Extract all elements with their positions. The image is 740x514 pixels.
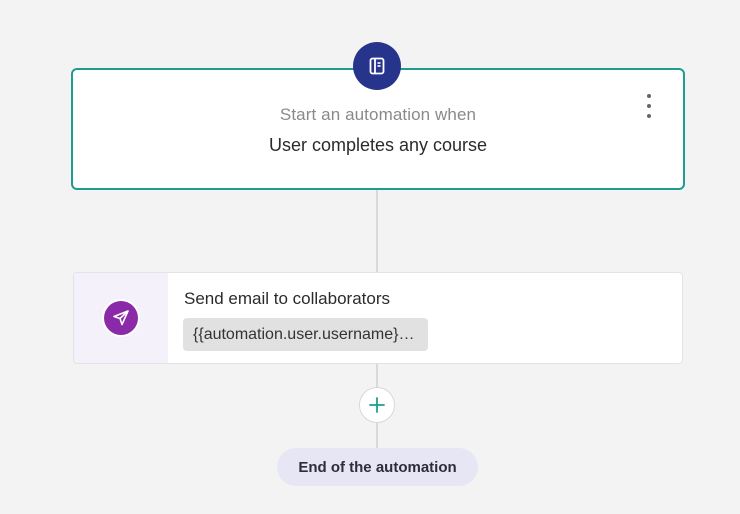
add-step-button[interactable]	[359, 387, 395, 423]
more-options-icon[interactable]	[641, 92, 657, 120]
kebab-dot	[647, 114, 651, 118]
connector-action-to-add	[376, 363, 378, 387]
trigger-icon-badge	[353, 42, 401, 90]
notebook-icon	[369, 57, 385, 75]
action-icon-panel	[74, 273, 168, 363]
kebab-dot	[647, 94, 651, 98]
kebab-dot	[647, 104, 651, 108]
send-icon	[113, 310, 129, 326]
connector-trigger-to-action	[376, 188, 378, 272]
action-title: Send email to collaborators	[184, 289, 391, 308]
trigger-subtitle: Start an automation when	[279, 105, 477, 124]
plus-icon	[369, 397, 385, 413]
end-of-automation-label: End of the automation	[277, 448, 478, 486]
recipient-chip: {{automation.user.username}}…	[183, 318, 428, 351]
action-icon-badge	[104, 301, 138, 335]
trigger-title: User completes any course	[268, 135, 488, 155]
connector-add-to-end	[376, 423, 378, 448]
action-card-send-email[interactable]: Send email to collaborators {{automation…	[73, 272, 683, 364]
